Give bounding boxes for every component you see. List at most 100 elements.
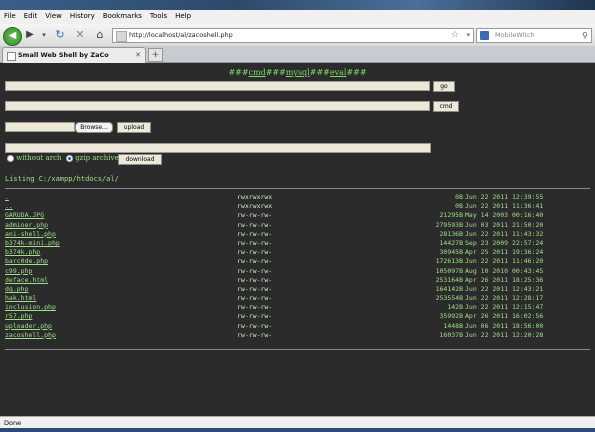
tab-title: Small Web Shell by ZaCo xyxy=(18,51,109,59)
file-name-link[interactable]: uploader.php xyxy=(5,322,52,330)
command-input[interactable] xyxy=(5,101,430,111)
reload-icon[interactable]: ↻ xyxy=(52,27,68,43)
file-row: ani-shell.php rw-rw-rw- 28136B Jun 22 2011 … xyxy=(0,230,595,239)
url-text: http://localhost/al/zacoshell.php xyxy=(129,31,233,39)
file-permissions: rw-rw-rw- xyxy=(237,284,273,293)
bookmark-star-icon[interactable]: ☆ xyxy=(451,29,459,42)
without-arch-label: without arch xyxy=(16,154,62,162)
file-date: Jun 22 2011 11:43:32 xyxy=(465,229,544,238)
file-permissions: rw-rw-rw- xyxy=(237,330,273,339)
file-permissions: rw-rw-rw- xyxy=(237,238,273,247)
desktop-background xyxy=(0,0,595,10)
file-name-link[interactable]: dq.php xyxy=(5,285,28,293)
file-name-link[interactable]: b374k-mini.php xyxy=(5,239,60,247)
file-name-link[interactable]: deface.html xyxy=(5,276,48,284)
listing-title: Listing C:/xampp/htdocs/al/ xyxy=(5,175,119,183)
gzip-archive-radio[interactable] xyxy=(65,154,73,162)
url-bar[interactable]: http://localhost/al/zacoshell.php ☆ ▾ xyxy=(112,28,474,43)
file-name-link[interactable]: hak.html xyxy=(5,294,36,302)
menu-bookmarks[interactable]: Bookmarks xyxy=(99,10,146,20)
search-input[interactable]: MobileWitch ⚲ xyxy=(476,28,592,43)
menu-view[interactable]: View xyxy=(41,10,66,20)
file-date: Jun 22 2011 12:39:55 xyxy=(465,193,544,201)
links-separator: ### xyxy=(346,68,367,77)
file-name-link[interactable]: r57.php xyxy=(5,312,32,320)
tab-shell[interactable]: Small Web Shell by ZaCo ✕ xyxy=(2,47,146,63)
search-engine-icon[interactable] xyxy=(480,31,489,40)
file-row: b374k.php rw-rw-rw- 30945B Apr 25 2011 19:3… xyxy=(0,248,595,257)
links-separator: ### xyxy=(228,68,249,77)
file-date: Jun 22 2011 11:46:20 xyxy=(465,257,544,266)
file-size: 14427B xyxy=(439,238,463,247)
navigation-toolbar: ◀ ▶ ▾ ↻ ✕ ⌂ http://localhost/al/zacoshel… xyxy=(0,24,595,47)
download-button[interactable]: download xyxy=(118,154,162,165)
menu-tools[interactable]: Tools xyxy=(146,10,171,20)
menu-file[interactable]: File xyxy=(0,10,20,20)
file-permissions: rw-rw-rw- xyxy=(237,248,273,257)
menu-help[interactable]: Help xyxy=(171,10,195,20)
file-size: 30945B xyxy=(439,248,463,257)
menu-bar: File Edit View History Bookmarks Tools Help xyxy=(0,10,595,24)
file-size: 28136B xyxy=(439,229,463,238)
file-name-link[interactable]: GARUDA.JPG xyxy=(5,211,44,219)
new-tab-button[interactable]: + xyxy=(148,48,163,62)
file-size: 0B xyxy=(455,202,463,211)
file-name-link[interactable]: zacoshell.php xyxy=(5,331,56,339)
file-name-link[interactable]: b374k.php xyxy=(5,248,40,256)
menu-edit[interactable]: Edit xyxy=(20,10,42,20)
file-date: Jun 22 2011 12:28:17 xyxy=(465,294,544,303)
mysql-link[interactable]: mysql xyxy=(286,68,310,77)
file-size: 21295B xyxy=(439,211,463,220)
eval-link[interactable]: eval xyxy=(330,68,347,77)
menu-history[interactable]: History xyxy=(66,10,99,20)
upload-button[interactable]: upload xyxy=(117,122,151,133)
file-permissions: rw-rw-rw- xyxy=(237,303,273,312)
file-row: . rwxrwxrwx 0B Jun 22 2011 12:39:55 xyxy=(0,193,595,202)
file-row: hak.html rw-rw-rw- 253554B Jun 22 2011 12:2… xyxy=(0,294,595,303)
file-name-link[interactable]: adminer.php xyxy=(5,221,48,229)
file-name-link[interactable]: . xyxy=(5,193,9,201)
divider-bottom xyxy=(5,349,590,350)
file-size: 253554B xyxy=(435,294,463,303)
url-dropdown-icon[interactable]: ▾ xyxy=(466,29,470,42)
download-path-input[interactable] xyxy=(5,143,431,153)
file-name-link[interactable]: .. xyxy=(5,202,13,210)
file-size: 279593B xyxy=(435,220,463,229)
go-button[interactable]: go xyxy=(433,81,455,92)
file-row: barc0de.php rw-rw-rw- 172613B Jun 22 2011 1… xyxy=(0,257,595,266)
history-dropdown-icon[interactable]: ▾ xyxy=(36,27,52,43)
file-permissions: rw-rw-rw- xyxy=(237,275,273,284)
file-permissions: rwxrwxrwx xyxy=(237,193,273,201)
browse-button[interactable]: Browse... xyxy=(75,122,113,133)
cmd-link[interactable]: cmd xyxy=(249,68,266,77)
file-date: Jun 03 2011 21:50:20 xyxy=(465,220,544,229)
file-row: uploader.php rw-rw-rw- 1448B Jun 06 2011 18… xyxy=(0,322,595,331)
file-permissions: rwxrwxrwx xyxy=(237,202,273,211)
file-name-link[interactable]: inclusion.php xyxy=(5,303,56,311)
file-name-link[interactable]: c99.php xyxy=(5,267,32,275)
file-size: 1448B xyxy=(443,321,463,330)
file-date: Jun 22 2011 12:43:21 xyxy=(465,284,544,293)
without-arch-radio[interactable] xyxy=(7,154,14,162)
stop-icon[interactable]: ✕ xyxy=(72,27,88,43)
search-icon[interactable]: ⚲ xyxy=(582,29,588,42)
file-permissions: rw-rw-rw- xyxy=(237,257,273,266)
tab-close-icon[interactable]: ✕ xyxy=(135,48,141,63)
upload-file-input[interactable] xyxy=(5,122,75,132)
file-date: Sep 23 2009 22:57:24 xyxy=(465,238,544,247)
file-permissions: rw-rw-rw- xyxy=(237,220,273,229)
file-name-link[interactable]: barc0de.php xyxy=(5,257,48,265)
page-favicon-icon xyxy=(116,31,127,42)
file-name-link[interactable]: ani-shell.php xyxy=(5,230,56,238)
gzip-archive-label: gzip archive xyxy=(75,154,119,162)
cmd-button[interactable]: cmd xyxy=(433,101,459,112)
file-date: Jun 22 2011 11:36:41 xyxy=(465,202,544,211)
file-row: c99.php rw-rw-rw- 105097B Aug 10 2010 00:43… xyxy=(0,267,595,276)
file-row: b374k-mini.php rw-rw-rw- 14427B Sep 23 2009… xyxy=(0,239,595,248)
file-row: .. rwxrwxrwx 0B Jun 22 2011 11:36:41 xyxy=(0,202,595,211)
path-input[interactable] xyxy=(5,81,430,91)
home-icon[interactable]: ⌂ xyxy=(92,27,108,43)
file-size: 172613B xyxy=(435,257,463,266)
search-placeholder: MobileWitch xyxy=(495,31,535,39)
back-arrow-icon[interactable]: ◀ xyxy=(3,27,22,46)
